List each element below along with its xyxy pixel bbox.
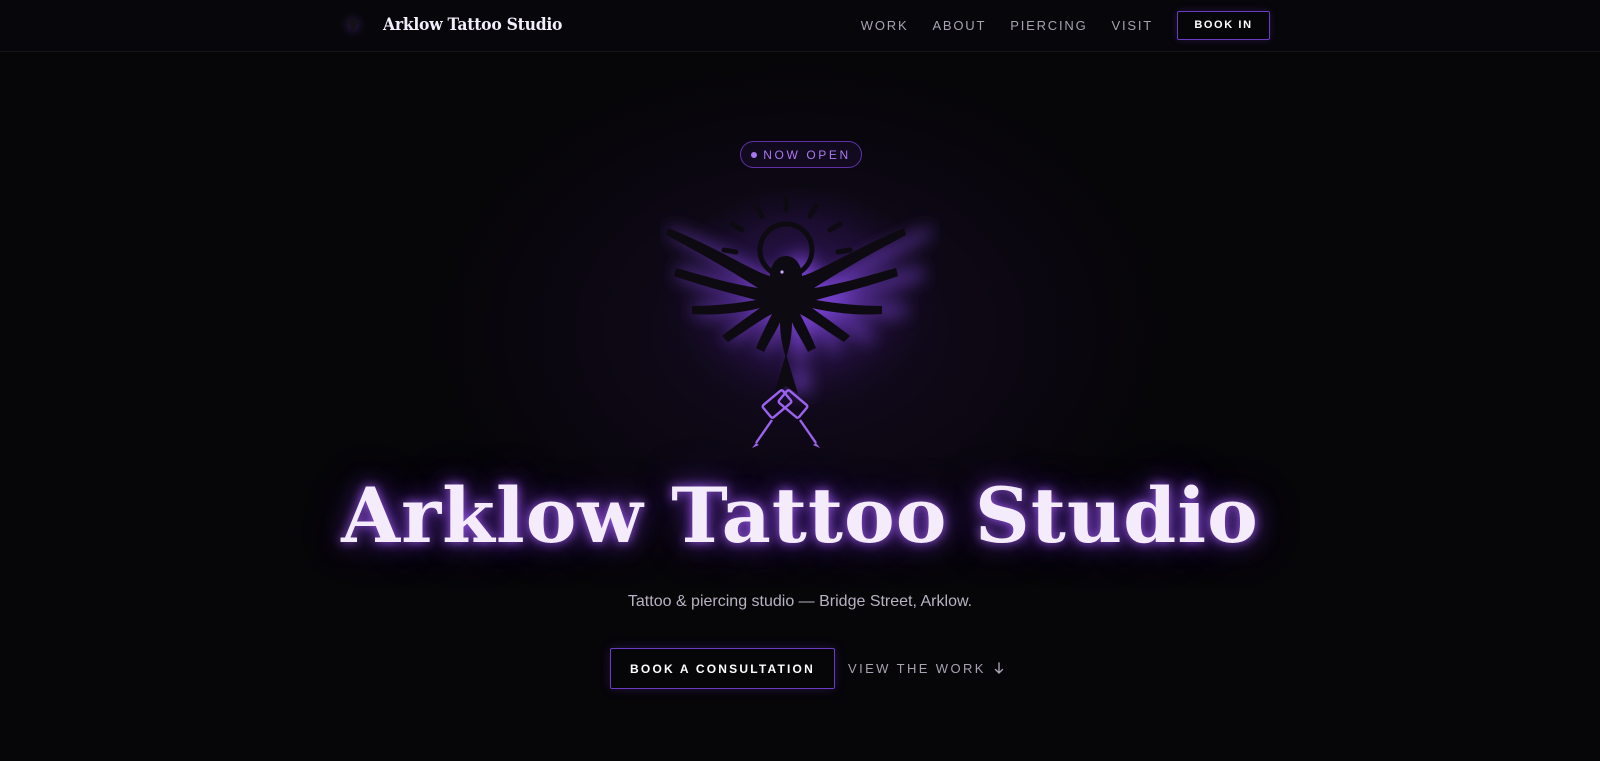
badge-label: NOW OPEN — [763, 147, 851, 162]
book-in-button[interactable]: BOOK IN — [1177, 10, 1270, 40]
brand-name: Arklow Tattoo Studio — [383, 15, 563, 35]
hero-subtitle: Tattoo & piercing studio — Bridge Street… — [627, 593, 973, 610]
winged-crow-with-tattoo-machines-icon — [662, 190, 938, 448]
view-the-work-label: VIEW THE WORK — [848, 661, 986, 676]
hero-title: Arklow Tattoo Studio — [341, 471, 1259, 560]
arrow-down-icon — [994, 662, 1004, 674]
crow-emblem-icon — [337, 9, 369, 41]
status-dot-icon — [751, 151, 758, 158]
site-header: Arklow Tattoo Studio WORK ABOUT PIERCING… — [0, 0, 1600, 52]
main-nav: WORK ABOUT PIERCING VISIT BOOK IN — [861, 10, 1270, 40]
nav-link-piercing[interactable]: PIERCING — [1010, 18, 1087, 33]
book-consultation-button[interactable]: BOOK A CONSULTATION — [610, 648, 835, 689]
nav-link-about[interactable]: ABOUT — [932, 18, 986, 33]
now-open-badge: NOW OPEN — [740, 141, 862, 168]
nav-link-visit[interactable]: VISIT — [1111, 18, 1153, 33]
page: Arklow Tattoo Studio WORK ABOUT PIERCING… — [0, 0, 1600, 761]
view-the-work-link[interactable]: VIEW THE WORK — [848, 648, 1004, 689]
brand-home-link[interactable]: Arklow Tattoo Studio — [335, 8, 578, 42]
nav-link-work[interactable]: WORK — [861, 18, 909, 33]
